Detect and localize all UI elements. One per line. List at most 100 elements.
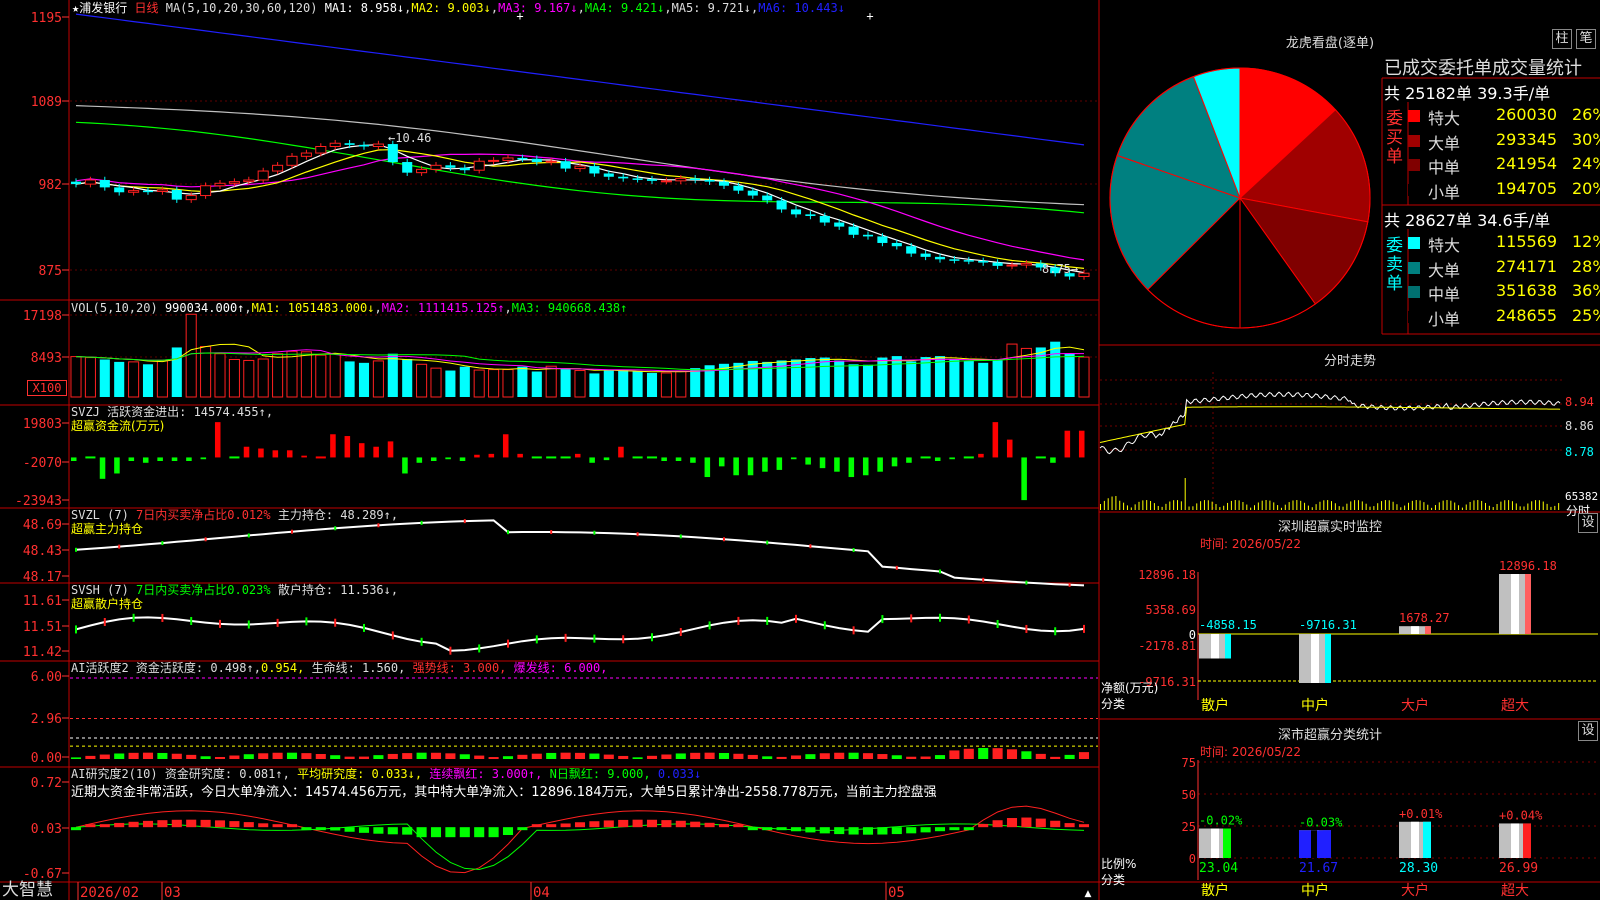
vol-bar-down	[459, 366, 470, 397]
candle-body-up	[257, 170, 269, 181]
ai1-bar	[459, 754, 470, 759]
ai2-header: AI研究度2(10) 资金研究度: 0.081↑, 平均研究度: 0.033↓,…	[71, 767, 701, 781]
flow-bar	[70, 457, 77, 461]
intraday-vol-bar	[1442, 500, 1444, 510]
monitor-bar-edge	[1425, 626, 1431, 634]
vol-unit-badge[interactable]: X100	[27, 380, 67, 396]
flow-bar	[445, 457, 451, 460]
ai2-bar	[834, 827, 845, 835]
flow-bar	[430, 457, 437, 461]
main-ytick: 982	[39, 178, 62, 193]
svzl-ratio: 7日内买卖净占比0.012%	[136, 508, 271, 522]
ai1-bar	[416, 752, 427, 759]
ai1-bar	[834, 752, 845, 759]
svsh-ytick: 11.61	[23, 594, 62, 609]
row-label: 大单	[1428, 133, 1461, 153]
flow-bar-small	[531, 456, 542, 459]
buy-summary: 共 25182单 39.3手/单	[1384, 84, 1551, 103]
flow-bar	[272, 450, 279, 458]
candle-body-down	[459, 167, 470, 171]
candle-body-up	[430, 164, 442, 170]
ai1-bar	[272, 752, 283, 759]
flow-bar	[848, 457, 855, 478]
row-pct: 12%	[1572, 232, 1600, 251]
vol-bar-up	[675, 371, 687, 398]
intraday-vol-bar	[1550, 506, 1552, 510]
flow-bar	[733, 457, 739, 476]
candle-body-down	[776, 200, 787, 210]
vol-bar-up	[574, 370, 586, 398]
lhb-tick-mode-button[interactable]: 笔	[1576, 29, 1596, 49]
ai2-bar	[934, 827, 946, 832]
vol-bar-down	[344, 361, 355, 397]
ai2-bar	[891, 827, 902, 835]
flow-bar	[1021, 457, 1027, 501]
market-chart-canvas[interactable]: 11951089982875+ +17198849319803-2070-2394…	[0, 0, 1600, 900]
candle-body-down	[762, 195, 773, 201]
ai1-bar	[934, 755, 946, 759]
flow-bar	[186, 457, 192, 461]
vol-bar-down	[142, 364, 154, 397]
vol-bar-down	[747, 360, 758, 397]
intraday-vol-bar	[1342, 506, 1344, 510]
monitor-settings-button[interactable]: 设	[1578, 513, 1598, 533]
row-label: 小单	[1428, 182, 1461, 202]
intraday-price-line	[1099, 391, 1561, 455]
intraday-vol-bar	[1219, 507, 1221, 510]
row-label: 中单	[1428, 158, 1461, 177]
flow-bar	[330, 434, 336, 458]
candle-body-down	[70, 181, 82, 185]
ai1-bar	[574, 752, 586, 759]
intraday-vol-bar	[1450, 500, 1452, 510]
classify-title: 深市超赢分类统计	[1277, 728, 1382, 743]
ai2-c: 连续飘红: 3.000↑,	[429, 767, 543, 781]
vol-bar-up	[214, 353, 226, 398]
lhb-bar-mode-button[interactable]: 柱	[1552, 29, 1572, 49]
classify-ytick: 50	[1182, 788, 1196, 802]
intraday-vol-bar	[1369, 506, 1371, 510]
candle-body-down	[142, 190, 154, 193]
row-value: 260030	[1496, 105, 1558, 124]
intraday-vol-bar	[1188, 506, 1190, 510]
intraday-vol-bar	[1458, 505, 1460, 510]
candle-body-up	[675, 177, 687, 182]
classify-settings-button[interactable]: 设	[1578, 721, 1598, 741]
vol-bar-up	[257, 358, 269, 398]
intraday-vol-bar	[1192, 506, 1194, 510]
monitor-xlabel: 分类	[1101, 697, 1126, 711]
intraday-vol-bar	[1423, 502, 1425, 510]
flow-bar	[834, 457, 840, 472]
ai1-bar	[560, 752, 571, 759]
flow-bar	[488, 453, 495, 458]
flow-bar	[1064, 430, 1071, 458]
ai2-bar	[1035, 818, 1046, 828]
flow-bar	[718, 457, 725, 467]
candle-body-down	[877, 236, 888, 243]
flow-bar	[574, 453, 581, 458]
ai1-bar	[675, 753, 686, 759]
intraday-vol-bar	[1150, 501, 1152, 510]
ai2-bar	[531, 824, 542, 828]
flow-bar-small	[920, 456, 931, 459]
intraday-vol-bar	[1280, 507, 1282, 510]
ai2-line-green	[75, 823, 1085, 871]
vol-bar-up	[372, 360, 384, 398]
ai2-bar	[704, 822, 715, 828]
candle-body-down	[531, 158, 542, 163]
candle-body-down	[862, 234, 874, 237]
vol-bar-up	[315, 354, 327, 398]
ai1-bar	[330, 755, 341, 759]
ai1-bar	[142, 752, 154, 759]
ai1-bar	[646, 755, 658, 759]
vol-bar-down	[387, 353, 398, 397]
vol-bar-up	[329, 353, 341, 398]
vol-bar-down	[589, 373, 600, 397]
candle-body-up	[372, 143, 384, 148]
monitor-bar-edge	[1225, 634, 1231, 659]
legend-swatch	[1408, 310, 1420, 323]
vol-bar-down	[531, 371, 542, 397]
flow-bar-small	[963, 456, 974, 459]
cross-marker-2: +	[866, 9, 873, 23]
candle-body-up	[243, 179, 255, 183]
vol-bar-down	[690, 368, 701, 397]
